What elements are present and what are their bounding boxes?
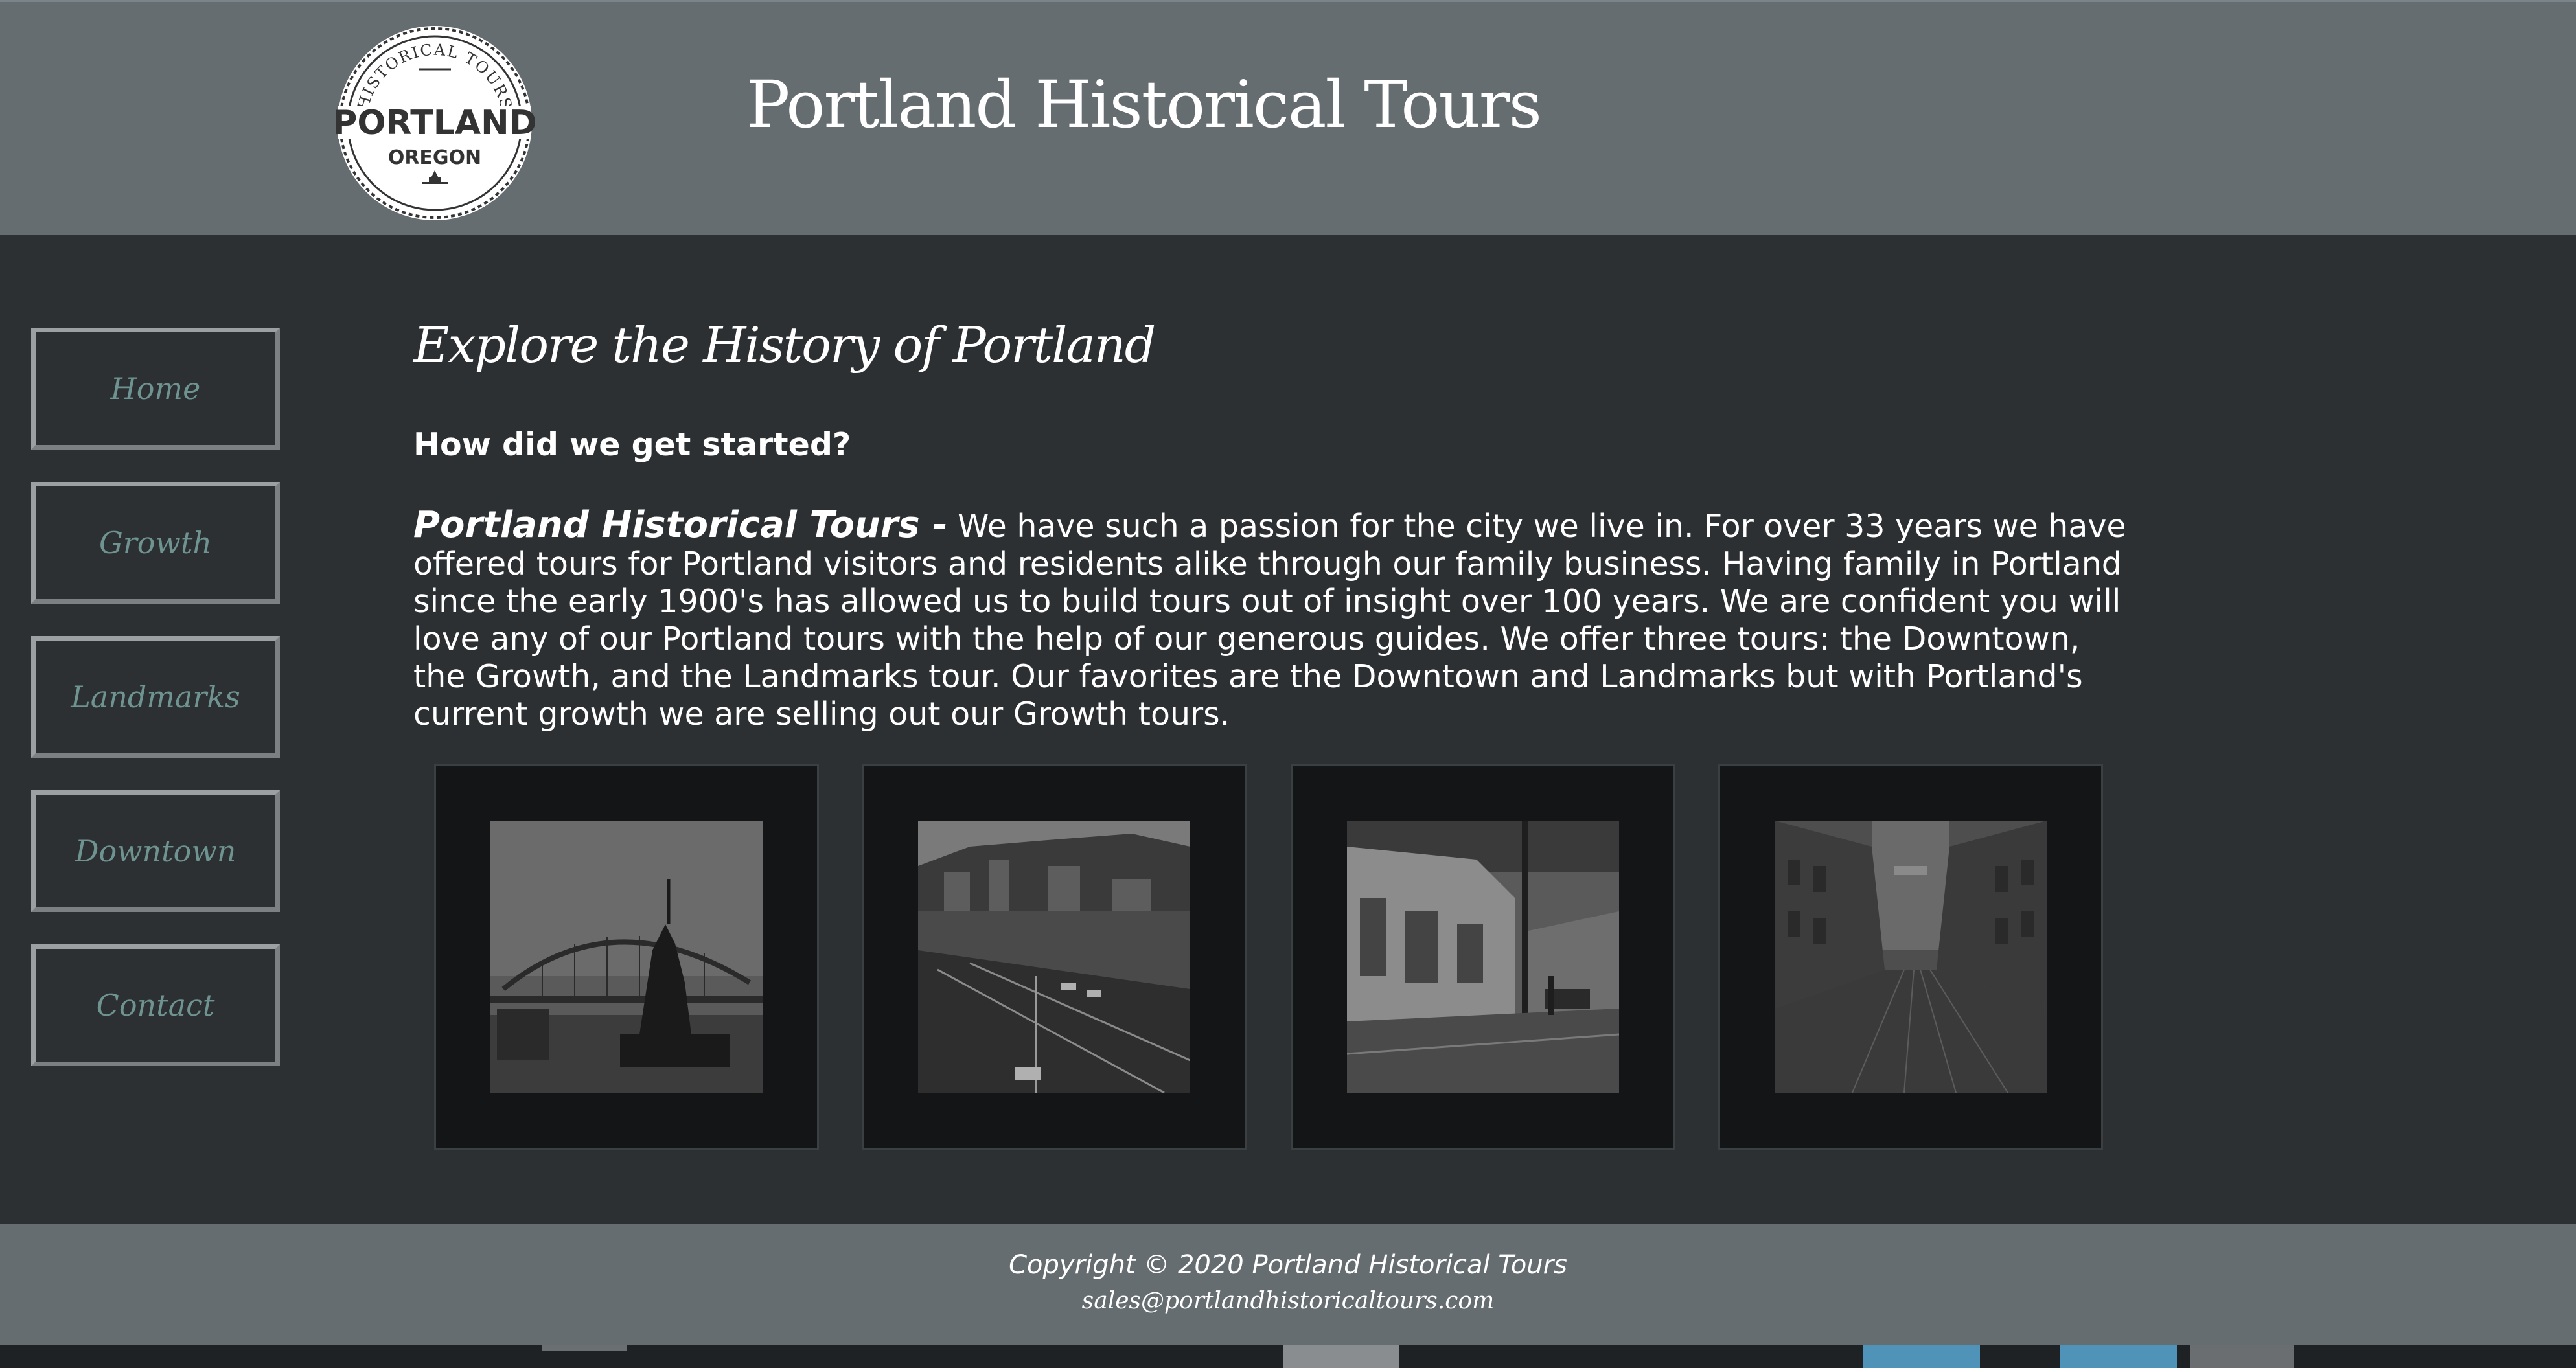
- downtown-street-photo[interactable]: [1775, 821, 2047, 1093]
- page: HISTORICAL TOURS PORTLAND OREGON Portlan…: [0, 0, 2576, 1368]
- copyright-text: Copyright © 2020 Portland Historical Tou…: [1009, 1250, 1567, 1280]
- gallery-frame: [862, 764, 1247, 1150]
- dock-item[interactable]: [542, 1345, 627, 1351]
- site-header: HISTORICAL TOURS PORTLAND OREGON Portlan…: [0, 0, 2576, 235]
- dock-item[interactable]: [2190, 1345, 2294, 1368]
- nav-item-landmarks[interactable]: Landmarks: [31, 636, 280, 758]
- nav-item-contact[interactable]: Contact: [31, 944, 280, 1066]
- dock-item[interactable]: [1863, 1345, 1980, 1368]
- nav-item-growth[interactable]: Growth: [31, 482, 280, 604]
- taskbar-strip: [0, 1345, 2576, 1368]
- nav-item-home[interactable]: Home: [31, 328, 280, 450]
- gallery-frame: [1718, 764, 2103, 1150]
- dock-item[interactable]: [2060, 1345, 2177, 1368]
- bridge-statue-photo[interactable]: [490, 821, 763, 1093]
- intro-lead: Portland Historical Tours -: [413, 504, 948, 546]
- contact-email-link[interactable]: sales@portlandhistoricaltours.com: [0, 1288, 2576, 1314]
- dock-item[interactable]: [1283, 1345, 1399, 1368]
- section-subheading: How did we get started?: [413, 426, 851, 463]
- street-buildings-photo[interactable]: [1347, 821, 1619, 1093]
- logo-sub-text: OREGON: [388, 146, 481, 169]
- gallery-frame: [434, 764, 819, 1150]
- page-heading: Explore the History of Portland: [413, 316, 1156, 374]
- nav-item-downtown[interactable]: Downtown: [31, 790, 280, 912]
- logo-main-text: PORTLAND: [334, 104, 535, 142]
- site-title: Portland Historical Tours: [746, 67, 1542, 142]
- portland-logo[interactable]: HISTORICAL TOURS PORTLAND OREGON: [332, 23, 537, 223]
- intro-paragraph: Portland Historical Tours - We have such…: [413, 507, 2137, 733]
- city-highway-photo[interactable]: [918, 821, 1190, 1093]
- gallery-frame: [1291, 764, 1675, 1150]
- site-footer: Copyright © 2020 Portland Historical Tou…: [0, 1224, 2576, 1345]
